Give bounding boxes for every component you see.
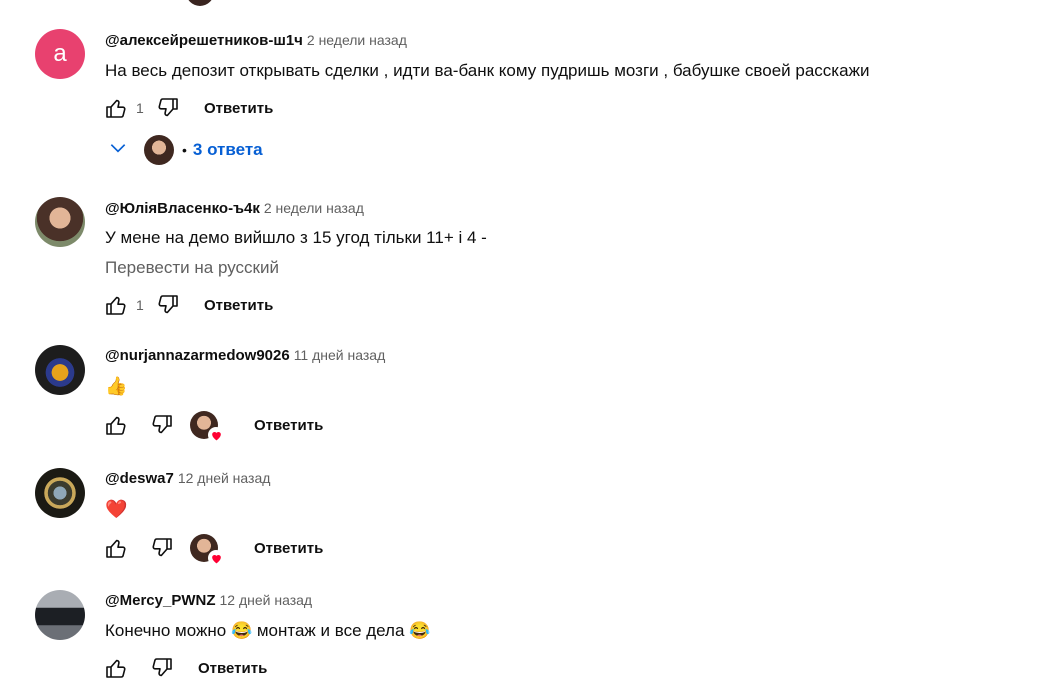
comment-header: @ЮліяВласенко-ъ4к 2 недели назад [105, 200, 364, 217]
author-name[interactable]: @ЮліяВласенко-ъ4к [105, 200, 260, 217]
previous-reply-avatar[interactable] [186, 0, 214, 6]
comment-time[interactable]: 2 недели назад [264, 200, 364, 216]
creator-heart [190, 534, 224, 566]
thumb-down-icon[interactable] [154, 291, 182, 319]
thumb-up-icon[interactable] [102, 654, 130, 682]
avatar[interactable] [35, 197, 85, 247]
comment-time[interactable]: 12 дней назад [220, 592, 313, 608]
author-name[interactable]: @nurjannazarmedow9026 [105, 347, 290, 364]
comment-header: @Mercy_PWNZ 12 дней назад [105, 592, 312, 609]
author-name[interactable]: @алексейрешетников-ш1ч [105, 32, 303, 49]
reply-button[interactable]: Ответить [198, 660, 267, 677]
thumb-up-icon[interactable] [102, 534, 130, 562]
comment-header: @deswa7 12 дней назад [105, 470, 270, 487]
thumb-up-icon[interactable] [102, 411, 130, 439]
reply-button[interactable]: Ответить [254, 540, 323, 557]
comment-actions: Ответить [102, 411, 323, 443]
comment-time[interactable]: 11 дней назад [294, 347, 386, 363]
comment-header: @nurjannazarmedow9026 11 дней назад [105, 347, 385, 364]
thumb-down-icon[interactable] [148, 534, 176, 562]
creator-heart [190, 411, 224, 443]
comment-text: На весь депозит открывать сделки , идти … [105, 61, 870, 80]
heart-icon [208, 550, 224, 566]
comment-header: @алексейрешетников-ш1ч 2 недели назад [105, 32, 407, 49]
avatar[interactable] [35, 468, 85, 518]
author-name[interactable]: @deswa7 [105, 470, 174, 487]
like-count: 1 [136, 297, 144, 313]
avatar[interactable] [35, 590, 85, 640]
separator-dot: • [182, 142, 187, 158]
like-count: 1 [136, 100, 144, 116]
show-replies-button[interactable]: • 3 ответа [108, 135, 263, 165]
comment-actions: Ответить [102, 654, 267, 682]
thumb-down-icon[interactable] [148, 411, 176, 439]
chevron-down-icon [108, 138, 128, 163]
comment-time[interactable]: 2 недели назад [307, 32, 407, 48]
comment-text: Конечно можно 😂 монтаж и все дела 😂 [105, 621, 431, 640]
replies-count: 3 ответа [192, 140, 263, 159]
comment-actions: 1 Ответить [102, 94, 273, 122]
avatar-letter: а [53, 40, 67, 67]
reply-button[interactable]: Ответить [204, 100, 273, 117]
reply-button[interactable]: Ответить [254, 417, 323, 434]
translate-link[interactable]: Перевести на русский [105, 258, 279, 278]
thumb-down-icon[interactable] [154, 94, 182, 122]
heart-icon [208, 427, 224, 443]
comment-actions: Ответить [102, 534, 323, 566]
reply-button[interactable]: Ответить [204, 297, 273, 314]
comment-text: 👍 [105, 376, 128, 396]
thumb-up-icon[interactable] [102, 291, 130, 319]
thumb-up-icon[interactable] [102, 94, 130, 122]
author-name[interactable]: @Mercy_PWNZ [105, 592, 216, 609]
avatar[interactable]: а [35, 29, 85, 79]
comment-text: У мене на демо вийшло з 15 угод тільки 1… [105, 228, 487, 247]
thumb-down-icon[interactable] [148, 654, 176, 682]
avatar[interactable] [35, 345, 85, 395]
comment-text: ❤️ [105, 499, 128, 519]
comment-actions: 1 Ответить [102, 291, 273, 319]
comment-time[interactable]: 12 дней назад [178, 470, 271, 486]
creator-avatar [144, 135, 174, 165]
